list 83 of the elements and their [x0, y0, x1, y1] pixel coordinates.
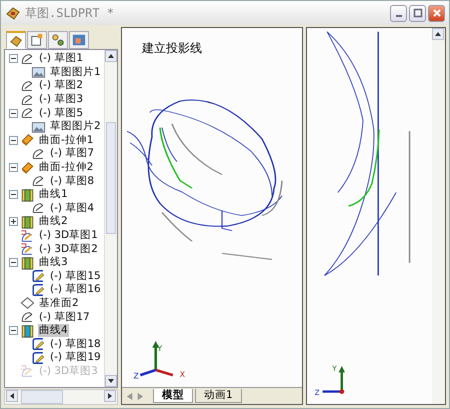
- collapse-icon[interactable]: [9, 54, 18, 64]
- axis-label: Y: [157, 344, 162, 354]
- sketch-icon: [20, 92, 35, 107]
- maximize-button[interactable]: [409, 4, 426, 22]
- curve-icon: [20, 214, 35, 229]
- display-tab[interactable]: [69, 31, 89, 49]
- tree-item[interactable]: (-) 3D草图1: [38, 229, 99, 242]
- tree-item[interactable]: 基准面2: [38, 296, 80, 310]
- extrude-icon: [20, 133, 35, 148]
- tree-item[interactable]: 曲线4: [38, 324, 69, 338]
- minimize-button[interactable]: [390, 4, 407, 22]
- tree-item[interactable]: 草图图片2: [49, 120, 102, 134]
- plane-icon: [20, 296, 35, 310]
- axis-label: Z: [314, 388, 320, 397]
- close-icon: [432, 8, 442, 18]
- tree-item[interactable]: (-) 草图1: [38, 52, 84, 66]
- tree-item[interactable]: (-) 草图16: [49, 283, 102, 296]
- sketch-icon: [20, 52, 35, 66]
- property-tab[interactable]: [27, 31, 47, 49]
- tree-item[interactable]: 曲线1: [38, 188, 69, 202]
- extrude-icon: [20, 160, 35, 175]
- picture-icon: [31, 120, 46, 134]
- vertical-scrollbar[interactable]: [432, 28, 445, 404]
- tree-item[interactable]: 曲线2: [38, 215, 69, 228]
- minimize-icon: [396, 15, 402, 17]
- collapse-icon[interactable]: [9, 258, 18, 268]
- scroll-up-icon[interactable]: [432, 28, 444, 40]
- config-tab[interactable]: [48, 31, 68, 49]
- tree-item[interactable]: 曲面-拉伸2: [38, 161, 94, 174]
- tree-item[interactable]: 曲面-拉伸1: [38, 134, 94, 147]
- axis-triad-drawing: [140, 340, 174, 376]
- sketch-icon: [31, 201, 46, 216]
- tree-item[interactable]: (-) 草图8: [49, 174, 95, 188]
- curve-icon: [20, 256, 35, 270]
- collapse-icon[interactable]: [9, 163, 18, 172]
- sketch3d-icon: [20, 228, 35, 243]
- scroll-thumb[interactable]: [21, 390, 63, 404]
- window-title: 草图.SLDPRT *: [25, 4, 114, 22]
- app-icon: [5, 5, 21, 21]
- sketch3d-icon: [20, 364, 35, 378]
- tree-item[interactable]: (-) 草图19: [49, 351, 102, 364]
- horizontal-scrollbar[interactable]: [4, 389, 118, 405]
- expand-icon[interactable]: [9, 217, 18, 226]
- maximize-icon: [412, 8, 422, 18]
- tree-item[interactable]: (-) 草图4: [49, 202, 95, 215]
- vertical-scrollbar[interactable]: [104, 50, 117, 387]
- axis-label: Z: [133, 372, 139, 381]
- tree-item[interactable]: (-) 草图17: [38, 310, 91, 324]
- tree-item[interactable]: (-) 草图7: [49, 147, 95, 160]
- tree-item[interactable]: (-) 草图5: [38, 106, 84, 120]
- document-tab[interactable]: 动画1: [195, 389, 242, 403]
- sketch-icon: [31, 146, 46, 161]
- sketch-icon: [31, 174, 46, 188]
- viewport-note: 建立投影线: [142, 40, 202, 57]
- document-tab[interactable]: 模型: [153, 389, 193, 403]
- tree-item[interactable]: 曲线3: [38, 256, 69, 270]
- collapse-icon[interactable]: [9, 326, 18, 336]
- scroll-down-icon[interactable]: [105, 375, 117, 387]
- tree-item[interactable]: (-) 草图3: [38, 93, 84, 106]
- tree-item[interactable]: (-) 草图2: [38, 79, 84, 92]
- collapse-icon[interactable]: [9, 108, 18, 118]
- sketch-icon: [20, 78, 35, 93]
- scroll-right-icon[interactable]: [103, 390, 117, 402]
- collapse-icon[interactable]: [9, 190, 18, 200]
- tree-item[interactable]: (-) 3D草图2: [38, 242, 99, 256]
- picture-icon: [31, 65, 46, 80]
- scroll-thumb[interactable]: [106, 122, 116, 234]
- scroll-left-icon[interactable]: [5, 390, 19, 402]
- tree-item[interactable]: (-) 草图15: [49, 270, 102, 283]
- scroll-up-icon[interactable]: [105, 50, 117, 62]
- axis-triad-drawing: [322, 366, 345, 394]
- collapse-icon[interactable]: [9, 136, 18, 145]
- axis-label: Y: [332, 364, 337, 373]
- tree-item[interactable]: 草图图片1: [49, 66, 102, 79]
- sketch3d-icon: [20, 242, 35, 256]
- sketch-icon: [20, 310, 35, 324]
- curve-icon: [20, 324, 35, 338]
- sketch-icon: [20, 106, 35, 120]
- curve-icon: [20, 188, 35, 202]
- tree-item[interactable]: (-) 草图18: [49, 338, 102, 351]
- axis-label: X: [180, 370, 185, 379]
- close-button[interactable]: [428, 4, 445, 22]
- feature-tab[interactable]: [6, 31, 26, 49]
